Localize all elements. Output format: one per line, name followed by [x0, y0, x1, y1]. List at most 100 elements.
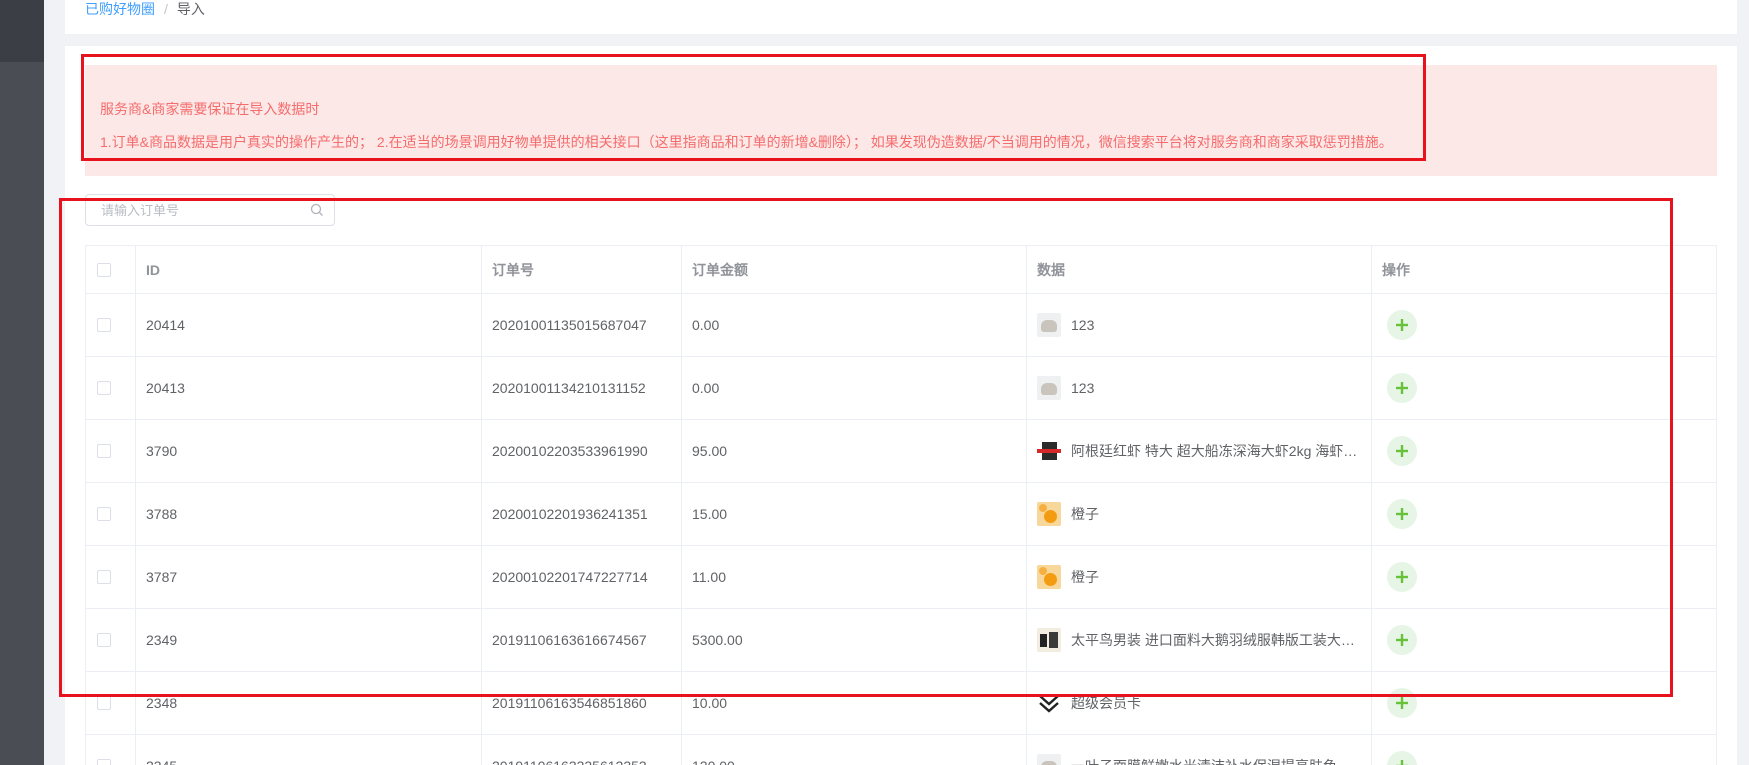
table-row: 20414 20201001135015687047 0.00 123 — [86, 294, 1717, 357]
cell-id: 2349 — [136, 609, 482, 671]
cell-data-text: 阿根廷红虾 特大 超大船冻深海大虾2kg 海虾… — [1071, 443, 1358, 459]
select-all-checkbox[interactable] — [97, 262, 111, 277]
column-header-data: 数据 — [1027, 246, 1372, 293]
column-header-id: ID — [136, 246, 482, 293]
row-checkbox[interactable] — [97, 444, 111, 458]
cell-action — [1372, 420, 1717, 482]
row-checkbox[interactable] — [97, 570, 111, 584]
sidebar — [0, 0, 44, 765]
cell-id: 2348 — [136, 672, 482, 734]
plus-icon — [1396, 508, 1408, 520]
cell-data: 超级会员卡 — [1027, 672, 1372, 734]
cell-data-text: 橙子 — [1071, 506, 1099, 522]
cell-data: 橙子 — [1027, 483, 1372, 545]
cell-action — [1372, 357, 1717, 419]
plus-icon — [1396, 571, 1408, 583]
orange-image — [1037, 565, 1061, 589]
order-search-input[interactable] — [86, 195, 301, 225]
header-checkbox-cell — [86, 246, 136, 293]
column-header-amount: 订单金额 — [682, 246, 1027, 293]
row-checkbox-cell — [86, 357, 136, 419]
cell-order-no: 20191106163335612353 — [482, 735, 682, 765]
cell-amount: 10.00 — [682, 672, 1027, 734]
table-row: 2348 20191106163546851860 10.00 超级会员卡 — [86, 672, 1717, 735]
table-header: ID 订单号 订单金额 数据 操作 — [86, 246, 1717, 294]
cell-data: 阿根廷红虾 特大 超大船冻深海大虾2kg 海虾… — [1027, 420, 1372, 482]
cell-order-no: 20201001134210131152 — [482, 357, 682, 419]
row-checkbox-cell — [86, 420, 136, 482]
cell-data: 太平鸟男装 进口面料大鹅羽绒服韩版工装大… — [1027, 609, 1372, 671]
cell-amount: 0.00 — [682, 294, 1027, 356]
cell-action — [1372, 609, 1717, 671]
cell-data: 橙子 — [1027, 546, 1372, 608]
table-row: 3788 20200102201936241351 15.00 橙子 — [86, 483, 1717, 546]
add-button[interactable] — [1387, 373, 1417, 403]
orange-image — [1037, 502, 1061, 526]
breadcrumb-link-parent[interactable]: 已购好物圈 — [85, 0, 155, 18]
main-panel: 服务商&商家需要保证在导入数据时 1.订单&商品数据是用户真实的操作产生的； 2… — [65, 46, 1737, 765]
plus-icon — [1396, 634, 1408, 646]
cat-image — [1037, 376, 1061, 400]
cell-id: 3788 — [136, 483, 482, 545]
breadcrumb: 已购好物圈 / 导入 — [65, 0, 1737, 34]
cell-data: 123 — [1027, 357, 1372, 419]
row-checkbox[interactable] — [97, 759, 111, 765]
table-row: 2349 20191106163616674567 5300.00 太平鸟男装 进口面… — [86, 609, 1717, 672]
cell-order-no: 20191106163546851860 — [482, 672, 682, 734]
cell-id: 3787 — [136, 546, 482, 608]
row-checkbox-cell — [86, 483, 136, 545]
row-checkbox-cell — [86, 546, 136, 608]
row-checkbox[interactable] — [97, 507, 111, 521]
alert-description: 1.订单&商品数据是用户真实的操作产生的； 2.在适当的场景调用好物单提供的相关… — [100, 134, 1393, 150]
cell-amount: 11.00 — [682, 546, 1027, 608]
cell-order-no: 20200102201936241351 — [482, 483, 682, 545]
breadcrumb-current: 导入 — [176, 1, 205, 17]
add-button[interactable] — [1387, 562, 1417, 592]
cell-amount: 5300.00 — [682, 609, 1027, 671]
add-button[interactable] — [1387, 625, 1417, 655]
cell-order-no: 20200102201747227714 — [482, 546, 682, 608]
add-button[interactable] — [1387, 499, 1417, 529]
cell-amount: 15.00 — [682, 483, 1027, 545]
row-checkbox-cell — [86, 672, 136, 734]
plus-icon — [1396, 445, 1408, 457]
cell-id: 20413 — [136, 357, 482, 419]
cell-data-text: 橙子 — [1071, 569, 1099, 585]
row-checkbox[interactable] — [97, 633, 111, 647]
row-checkbox[interactable] — [97, 696, 111, 710]
shrimp-image — [1037, 439, 1061, 463]
table-row: 20413 20201001134210131152 0.00 123 — [86, 357, 1717, 420]
breadcrumb-separator: / — [164, 1, 168, 17]
cell-amount: 95.00 — [682, 420, 1027, 482]
cat-image — [1037, 313, 1061, 337]
row-checkbox[interactable] — [97, 381, 111, 395]
cell-data-text: 超级会员卡 — [1071, 695, 1141, 711]
cell-action — [1372, 294, 1717, 356]
table-row: 234520191106163335612353120.00 一叶子面膜鲜嫩水光清… — [86, 735, 1717, 765]
plus-icon — [1396, 319, 1408, 331]
plus-icon — [1396, 697, 1408, 709]
sidebar-active-item[interactable] — [0, 0, 44, 62]
coat-image — [1037, 628, 1061, 652]
plus-icon — [1396, 760, 1408, 765]
cell-order-no: 20201001135015687047 — [482, 294, 682, 356]
table-row: 3790 20200102203533961990 95.00 阿根廷红虾 特大 超大… — [86, 420, 1717, 483]
add-button[interactable] — [1387, 436, 1417, 466]
cell-amount: 0.00 — [682, 357, 1027, 419]
add-button[interactable] — [1387, 688, 1417, 718]
cell-order-no: 20191106163616674567 — [482, 609, 682, 671]
cell-amount: 120.00 — [682, 735, 1027, 765]
cell-action — [1372, 735, 1717, 765]
cell-id: 20414 — [136, 294, 482, 356]
alert-title: 服务商&商家需要保证在导入数据时 — [100, 101, 320, 117]
cell-action — [1372, 483, 1717, 545]
add-button[interactable] — [1387, 751, 1417, 765]
column-header-action: 操作 — [1372, 246, 1717, 293]
row-checkbox[interactable] — [97, 318, 111, 332]
cell-order-no: 20200102203533961990 — [482, 420, 682, 482]
search-icon[interactable] — [310, 203, 324, 217]
cell-data: 一叶子面膜鲜嫩水光清洁补水保湿提亮肤色… — [1027, 735, 1372, 765]
add-button[interactable] — [1387, 310, 1417, 340]
order-search — [85, 194, 335, 226]
cell-action — [1372, 546, 1717, 608]
